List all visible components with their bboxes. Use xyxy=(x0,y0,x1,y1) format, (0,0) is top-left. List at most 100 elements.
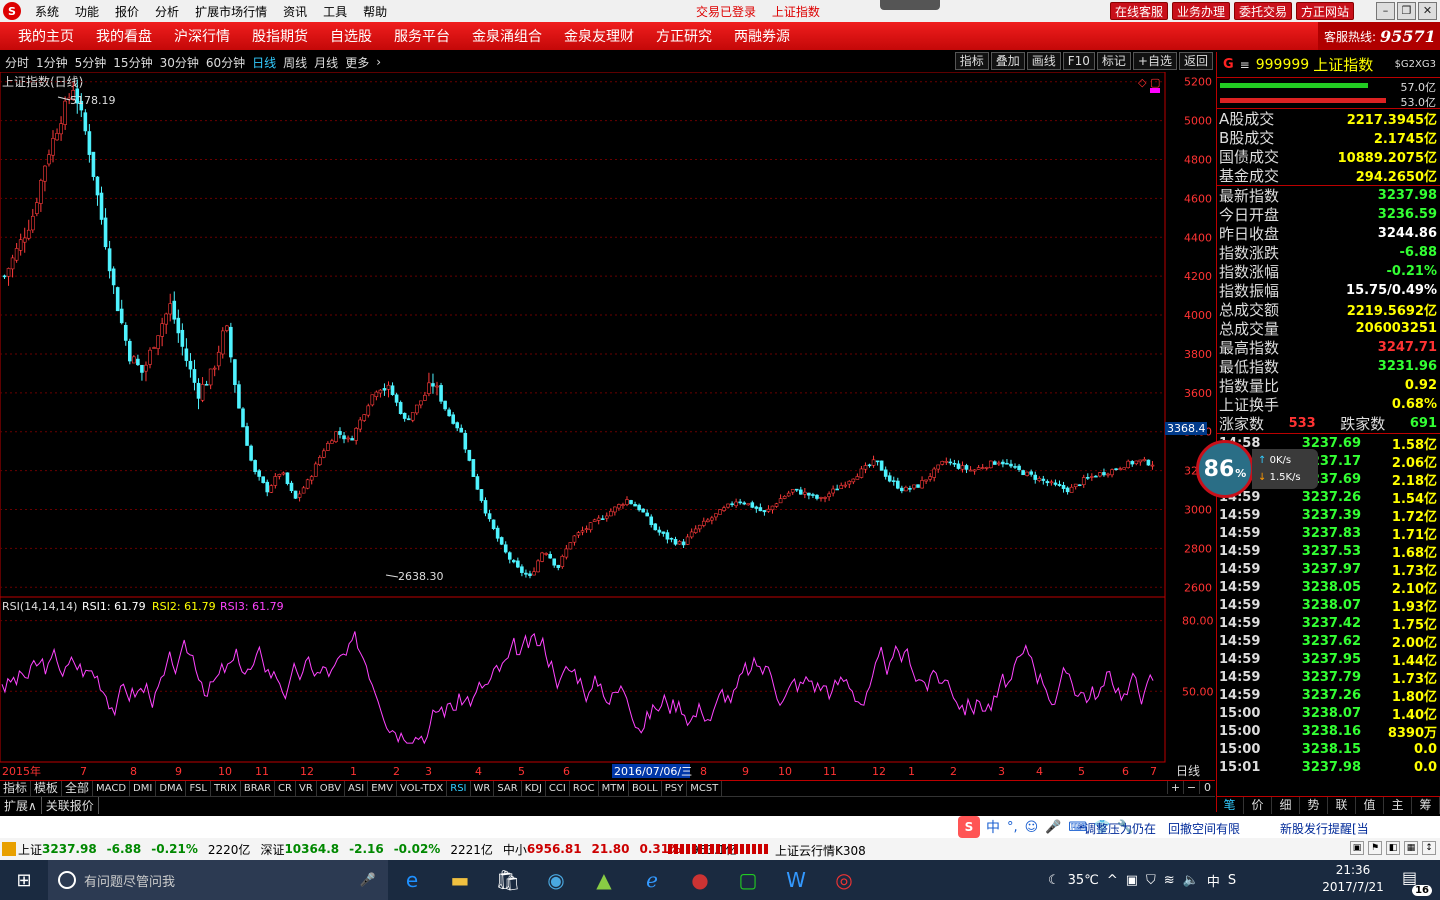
kline-chart[interactable]: 上证指数(日线) 5200 5000 4800 4600 4400 4200 4000 380… xyxy=(0,71,1215,790)
quote-tab[interactable]: 筹 xyxy=(1412,797,1440,814)
news-item-1[interactable]: *调整压力仍在 xyxy=(1078,820,1156,837)
status-icon-2[interactable]: ⚑ xyxy=(1368,841,1382,855)
related-quotes-button[interactable]: 关联报价 xyxy=(42,797,99,814)
zoom-out-button[interactable]: − xyxy=(1183,781,1199,794)
f10-button[interactable]: F10 xyxy=(1062,52,1095,70)
tick-row[interactable]: 14:59 3237.62 2.00亿 xyxy=(1217,632,1440,651)
tick-row[interactable]: 14:59 3237.26 1.80亿 xyxy=(1217,686,1440,705)
status-icon-1[interactable]: ▣ xyxy=(1350,841,1364,855)
news-item-2[interactable]: 回撤空间有限 xyxy=(1168,820,1240,837)
tab-roc[interactable]: ROC xyxy=(570,781,599,796)
paint-icon[interactable]: ▲ xyxy=(580,860,628,900)
menu-extended-market[interactable]: 扩展市场行情 xyxy=(187,3,275,20)
tab-psy[interactable]: PSY xyxy=(662,781,688,796)
restore-icon[interactable]: ❐ xyxy=(1397,2,1416,20)
minimize-icon[interactable]: – xyxy=(1376,2,1395,20)
sh-index-name[interactable]: 上证 xyxy=(18,841,42,858)
nav-wealth[interactable]: 金泉友理财 xyxy=(564,26,634,46)
tab-macd[interactable]: MACD xyxy=(93,781,131,796)
shield-icon[interactable]: ⛉ xyxy=(1146,873,1156,888)
tab-all[interactable]: 全部 xyxy=(62,781,94,796)
tab-cr[interactable]: CR xyxy=(275,781,296,796)
quote-tab[interactable]: 价 xyxy=(1244,797,1272,814)
tab-vr[interactable]: VR xyxy=(296,781,317,796)
tick-row[interactable]: 15:01 3237.98 0.0 xyxy=(1217,758,1440,776)
mini-panel-handle[interactable] xyxy=(880,0,940,10)
edge-browser-icon[interactable]: e xyxy=(388,860,436,900)
menu-function[interactable]: 功能 xyxy=(67,3,107,20)
tab-trix[interactable]: TRIX xyxy=(211,781,241,796)
tab-cci[interactable]: CCI xyxy=(546,781,570,796)
zoom-reset-button[interactable]: 0 xyxy=(1199,781,1215,794)
zoom-in-button[interactable]: + xyxy=(1167,781,1183,794)
ime-mode[interactable]: 中 xyxy=(986,817,1000,837)
cortana-search[interactable]: 有问题尽管问我 🎤 xyxy=(48,860,388,900)
ie-icon[interactable]: ℯ xyxy=(628,860,676,900)
quote-tab[interactable]: 值 xyxy=(1356,797,1384,814)
menu-help[interactable]: 帮助 xyxy=(355,3,395,20)
tick-row[interactable]: 14:59 3238.05 2.10亿 xyxy=(1217,578,1440,597)
status-icon-5[interactable]: ↕ xyxy=(1422,841,1436,855)
tick-row[interactable]: 15:00 3238.07 1.40亿 xyxy=(1217,704,1440,723)
status-icon-3[interactable]: ◧ xyxy=(1386,841,1400,855)
memory-usage-circle[interactable]: 86% xyxy=(1196,440,1254,498)
chevron-right-icon[interactable]: › xyxy=(376,55,381,69)
nav-watchlist[interactable]: 自选股 xyxy=(330,26,372,46)
period-daily[interactable]: 日线 xyxy=(252,54,276,71)
tab-obv[interactable]: OBV xyxy=(317,781,346,796)
tray-app-icon[interactable]: ▣ xyxy=(1126,873,1138,888)
quote-tab[interactable]: 联 xyxy=(1328,797,1356,814)
tick-row[interactable]: 14:59 3237.39 1.72亿 xyxy=(1217,506,1440,525)
quote-tab[interactable]: 细 xyxy=(1272,797,1300,814)
quote-tab[interactable]: 主 xyxy=(1384,797,1412,814)
period-5min[interactable]: 5分钟 xyxy=(75,54,107,71)
period-monthly[interactable]: 月线 xyxy=(314,54,338,71)
nav-portfolio[interactable]: 金泉涌组合 xyxy=(472,26,542,46)
trade-login-status[interactable]: 交易已登录 xyxy=(696,5,756,19)
tab-emv[interactable]: EMV xyxy=(368,781,397,796)
tab-mcst[interactable]: MCST xyxy=(687,781,723,796)
tab-template[interactable]: 模板 xyxy=(31,781,63,796)
nav-index-futures[interactable]: 股指期货 xyxy=(252,26,308,46)
sme-index-name[interactable]: 中小 xyxy=(503,841,527,858)
nav-home[interactable]: 我的主页 xyxy=(18,26,74,46)
indicator-button[interactable]: 指标 xyxy=(954,52,989,70)
tab-boll[interactable]: BOLL xyxy=(629,781,662,796)
tab-dma[interactable]: DMA xyxy=(156,781,187,796)
tick-row[interactable]: 14:59 3237.42 1.75亿 xyxy=(1217,614,1440,633)
sogou-tray-icon[interactable]: S xyxy=(1228,873,1236,888)
period-60min[interactable]: 60分钟 xyxy=(206,54,245,71)
period-1min[interactable]: 1分钟 xyxy=(36,54,68,71)
nav-my-watch[interactable]: 我的看盘 xyxy=(96,26,152,46)
menu-lines-icon[interactable]: ≡ xyxy=(1240,58,1250,72)
tab-sar[interactable]: SAR xyxy=(494,781,522,796)
tray-up-icon[interactable]: ^ xyxy=(1107,873,1118,888)
search-placeholder[interactable]: 有问题尽管问我 xyxy=(84,871,175,890)
period-weekly[interactable]: 周线 xyxy=(283,54,307,71)
media-icon[interactable]: ● xyxy=(676,860,724,900)
period-intraday[interactable]: 分时 xyxy=(5,54,29,71)
sz-index-name[interactable]: 深证 xyxy=(260,841,284,858)
tick-row[interactable]: 14:59 3237.79 1.73亿 xyxy=(1217,668,1440,687)
tick-row[interactable]: 15:00 3238.16 8390万 xyxy=(1217,722,1440,741)
tick-row[interactable]: 14:59 3237.83 1.71亿 xyxy=(1217,524,1440,543)
action-center-icon[interactable]: ▤ 16 xyxy=(1402,868,1432,896)
menu-tools[interactable]: 工具 xyxy=(315,3,355,20)
voice-icon[interactable]: 🎤 xyxy=(1045,820,1061,835)
expand-button[interactable]: 扩展∧ xyxy=(0,797,42,814)
blue-app-icon[interactable]: W xyxy=(772,860,820,900)
close-icon[interactable]: ✕ xyxy=(1418,2,1437,20)
tab-mtm[interactable]: MTM xyxy=(599,781,630,796)
emoji-icon[interactable]: ☺ xyxy=(1025,820,1039,835)
tick-row[interactable]: 14:59 3238.07 1.93亿 xyxy=(1217,596,1440,615)
volume-icon[interactable]: 🔈 xyxy=(1183,873,1199,888)
tab-asi[interactable]: ASI xyxy=(345,781,369,796)
clock[interactable]: 21:36 2017/7/21 xyxy=(1318,862,1388,896)
tab-indicator[interactable]: 指标 xyxy=(0,781,32,796)
menu-system[interactable]: 系统 xyxy=(27,3,67,20)
tick-row[interactable]: 15:00 3238.15 0.0 xyxy=(1217,740,1440,758)
business-button[interactable]: 业务办理 xyxy=(1172,2,1231,20)
wifi-icon[interactable]: ≋ xyxy=(1164,873,1175,888)
ime-indicator[interactable]: 中 xyxy=(1207,871,1220,890)
period-30min[interactable]: 30分钟 xyxy=(160,54,199,71)
